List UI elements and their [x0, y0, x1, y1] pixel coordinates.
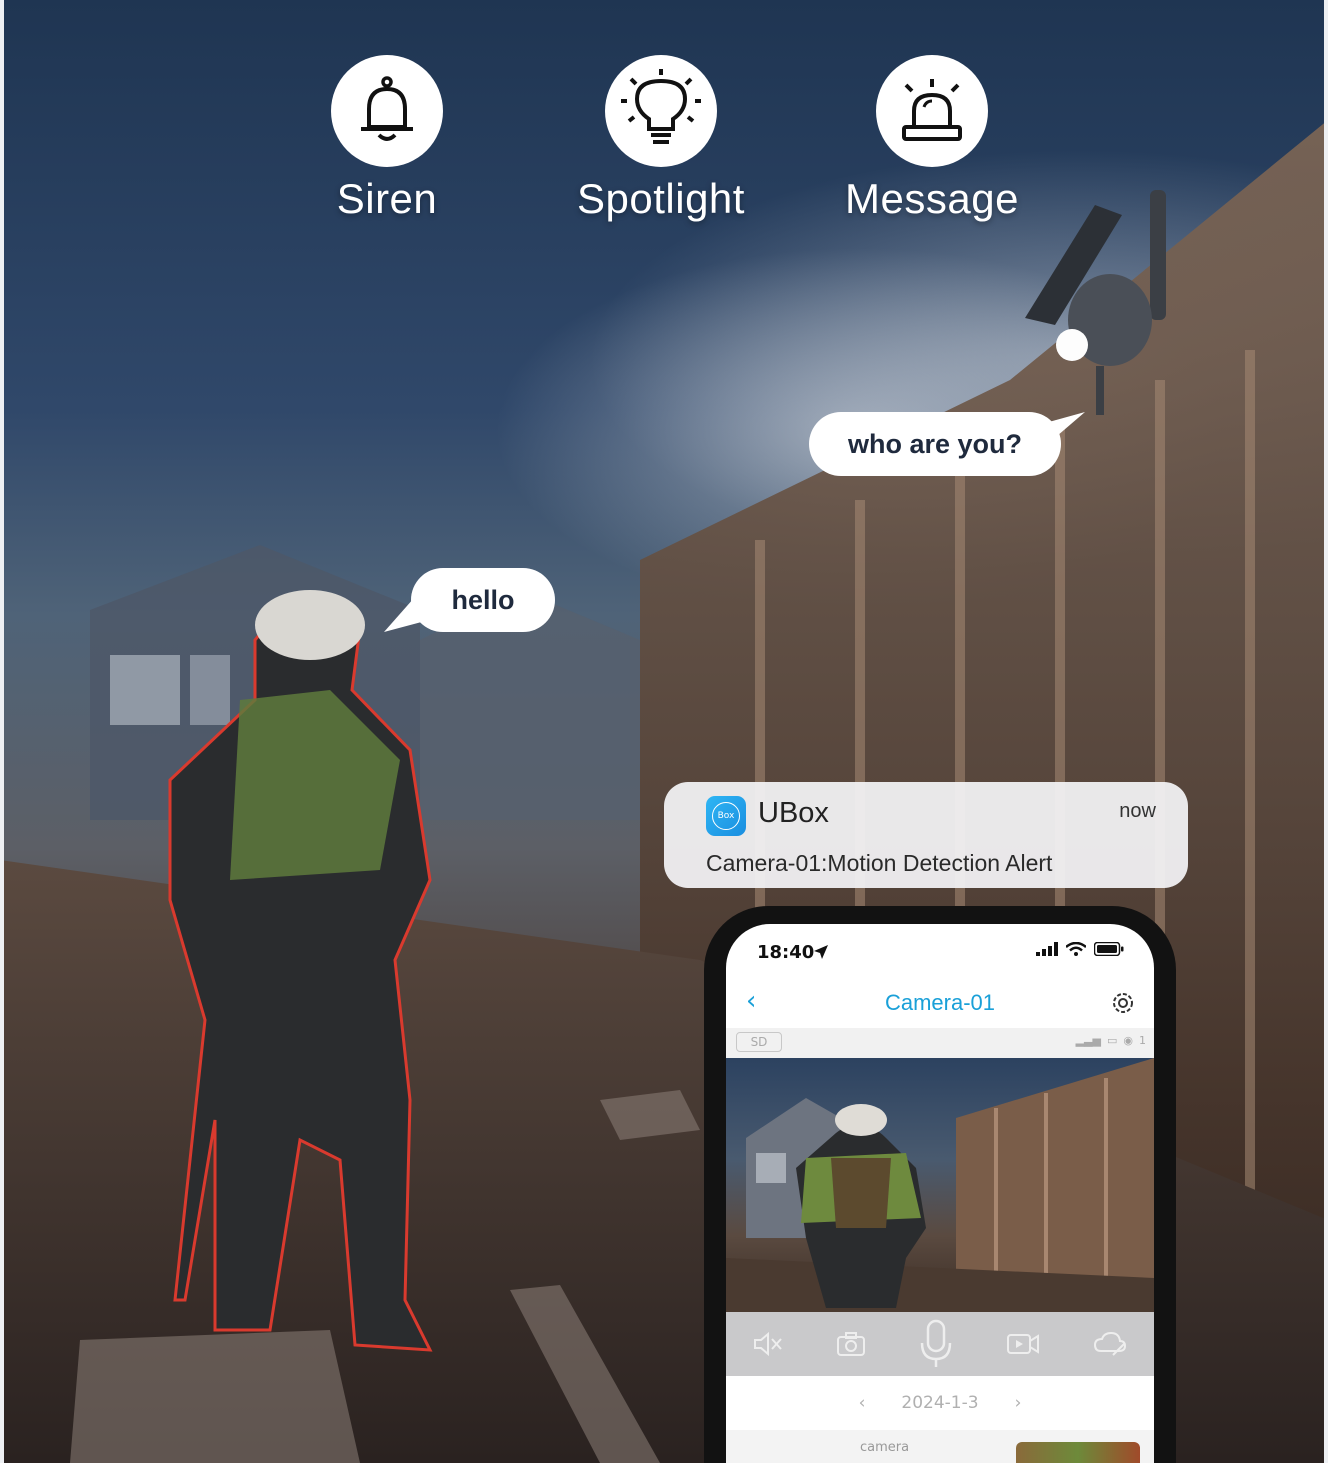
recording-thumbnail[interactable]	[1016, 1442, 1140, 1463]
recording-list-label: camera	[860, 1440, 910, 1455]
notification-app-name: UBox	[758, 797, 829, 829]
status-bar-icons	[1036, 942, 1124, 956]
camera-page-title: Camera-01	[884, 990, 996, 1015]
stream-info-bar: SD ▂▃▅ ▭ ◉ 1	[726, 1028, 1154, 1058]
viewer-count: 1	[1139, 1034, 1146, 1047]
gear-icon[interactable]	[1110, 990, 1136, 1016]
ubox-logo-text: Box	[712, 802, 740, 830]
left-border	[0, 0, 4, 1463]
notification-time: now	[1119, 800, 1156, 822]
feature-spotlight-label: Spotlight	[577, 175, 745, 222]
next-date-chevron-icon[interactable]: ›	[1015, 1393, 1022, 1413]
notification-message: Camera-01:Motion Detection Alert	[706, 850, 1053, 876]
signal-strength-icon: ▂▃▅	[1075, 1034, 1101, 1047]
motion-alert-notification[interactable]: Box UBox now Camera-01:Motion Detection …	[664, 782, 1188, 888]
lightbulb-icon	[621, 69, 701, 144]
speech-bubble-person: hello	[411, 568, 555, 632]
quality-sd-button[interactable]: SD	[736, 1032, 782, 1052]
feature-message: Message	[822, 55, 1042, 223]
camera-battery-icon: ▭	[1106, 1034, 1118, 1047]
phone-mockup: 18:40 ‹ Camera-01 SD ▂▃▅ ▭ ◉ 1 ‹ 2024-1-…	[704, 906, 1176, 1463]
mute-speaker-icon[interactable]	[753, 1331, 783, 1357]
alarm-light-icon	[902, 79, 962, 141]
right-border	[1324, 0, 1328, 1463]
recording-list: camera	[726, 1430, 1154, 1463]
battery-icon	[1094, 942, 1124, 956]
location-arrow-icon	[814, 945, 828, 959]
speech-bubble-camera: who are you?	[809, 412, 1061, 476]
bell-icon	[361, 76, 413, 141]
stream-status-icons: ▂▃▅ ▭ ◉ 1	[1076, 1034, 1146, 1047]
record-video-icon[interactable]	[1006, 1331, 1040, 1357]
phone-screen: 18:40 ‹ Camera-01 SD ▂▃▅ ▭ ◉ 1 ‹ 2024-1-…	[726, 924, 1154, 1463]
ubox-app-icon: Box	[706, 796, 746, 836]
feature-message-circle	[876, 55, 988, 167]
live-camera-feed[interactable]	[726, 1058, 1154, 1312]
microphone-icon[interactable]	[919, 1319, 953, 1369]
playback-date: 2024-1-3	[901, 1393, 979, 1413]
camera-controls-toolbar	[726, 1312, 1154, 1376]
status-bar-time: 18:40	[757, 942, 815, 963]
signal-icon	[1036, 942, 1058, 956]
feature-message-label: Message	[845, 175, 1019, 222]
feature-siren: Siren	[277, 55, 497, 223]
viewer-eye-icon: ◉	[1123, 1034, 1133, 1047]
feature-spotlight-circle	[605, 55, 717, 167]
feature-siren-circle	[331, 55, 443, 167]
playback-date-selector: ‹ 2024-1-3 ›	[726, 1376, 1154, 1430]
wifi-icon	[1066, 942, 1086, 956]
feature-siren-label: Siren	[336, 175, 438, 222]
marketing-scene: Siren Spotlight Message who are you? hel…	[0, 0, 1328, 1463]
feature-spotlight: Spotlight	[551, 55, 771, 223]
live-feed-scene	[726, 1058, 1154, 1312]
previous-date-chevron-icon[interactable]: ‹	[859, 1393, 866, 1413]
snapshot-camera-icon[interactable]	[836, 1331, 866, 1357]
cloud-icon[interactable]	[1093, 1331, 1127, 1357]
